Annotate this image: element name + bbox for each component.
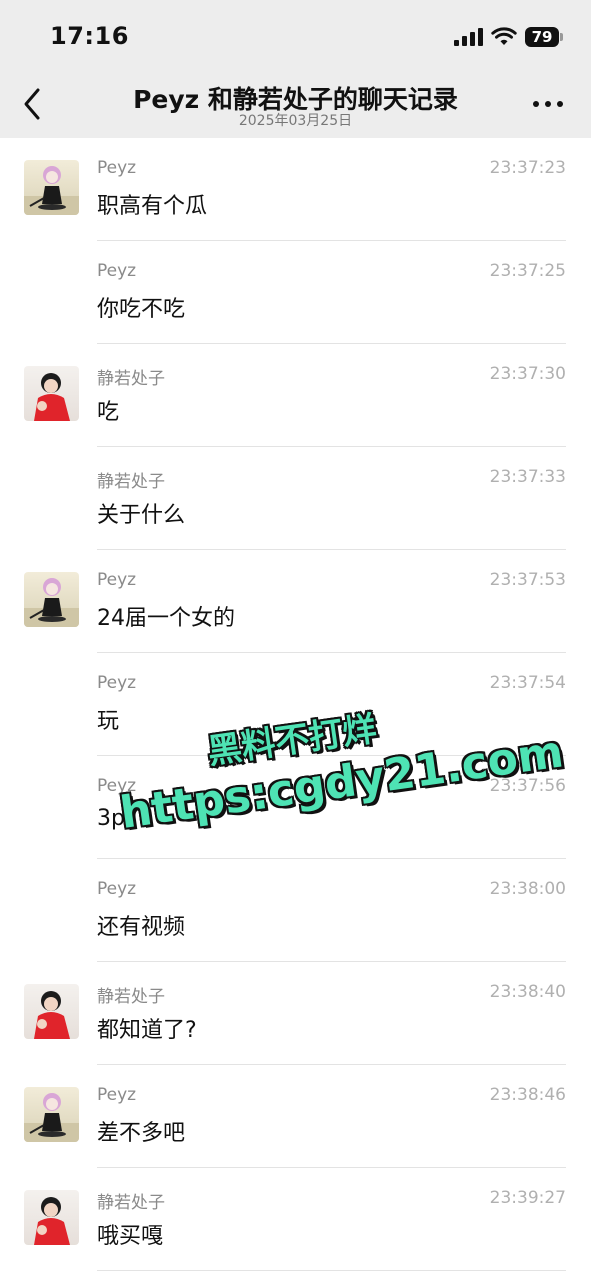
message-row: 静若处子 23:37:30 吃 bbox=[0, 344, 591, 447]
message-time: 23:37:23 bbox=[489, 158, 566, 178]
sender-name: Peyz bbox=[97, 158, 137, 178]
message-row: 静若处子 23:39:27 哦买嘎 bbox=[0, 1168, 591, 1271]
message-text: 差不多吧 bbox=[97, 1121, 186, 1146]
jing-avatar-art bbox=[34, 373, 70, 421]
more-button[interactable] bbox=[533, 98, 563, 110]
message-time: 23:38:00 bbox=[489, 879, 566, 899]
message-text: 哦买嘎 bbox=[97, 1224, 164, 1249]
message-text: 吃 bbox=[97, 400, 120, 425]
sender-name: Peyz bbox=[97, 673, 137, 693]
message-row: Peyz 23:37:56 3p bbox=[0, 756, 591, 859]
message-text: 24届一个女的 bbox=[97, 606, 235, 631]
message-time: 23:37:30 bbox=[489, 364, 566, 384]
peyz-avatar-art bbox=[24, 166, 79, 215]
peyz-avatar-art bbox=[24, 578, 79, 627]
message-text: 玩 bbox=[97, 709, 120, 734]
message-time: 23:37:56 bbox=[489, 776, 566, 796]
sender-name: Peyz bbox=[97, 261, 137, 281]
message-time: 23:37:33 bbox=[489, 467, 566, 487]
message-row: 静若处子 23:38:40 都知道了? bbox=[0, 962, 591, 1065]
avatar[interactable] bbox=[24, 160, 79, 215]
message-row: Peyz 23:37:25 你吃不吃 bbox=[0, 241, 591, 344]
signal-icon bbox=[454, 28, 483, 46]
message-text: 你吃不吃 bbox=[97, 297, 186, 322]
message-text: 关于什么 bbox=[97, 503, 186, 528]
sender-name: 静若处子 bbox=[97, 472, 165, 492]
message-text: 都知道了? bbox=[97, 1018, 197, 1043]
sender-name: Peyz bbox=[97, 570, 137, 590]
message-row: 静若处子 23:37:33 关于什么 bbox=[0, 447, 591, 550]
message-row: Peyz 23:37:53 24届一个女的 bbox=[0, 550, 591, 653]
message-time: 23:37:25 bbox=[489, 261, 566, 281]
message-row: Peyz 23:38:46 差不多吧 bbox=[0, 1065, 591, 1168]
message-text: 3p bbox=[97, 806, 125, 831]
divider bbox=[97, 1270, 566, 1271]
message-time: 23:38:40 bbox=[489, 982, 566, 1002]
jing-avatar-art bbox=[34, 1197, 70, 1245]
message-row: Peyz 23:37:54 玩 bbox=[0, 653, 591, 756]
message-list: Peyz 23:37:23 职高有个瓜 Peyz 23:37:25 你吃不吃静若处子 23:… bbox=[0, 138, 591, 1271]
message-time: 23:38:46 bbox=[489, 1085, 566, 1105]
page-subtitle-date: 2025年03月25日 bbox=[238, 113, 353, 129]
message-row: Peyz 23:37:23 职高有个瓜 bbox=[0, 138, 591, 241]
message-text: 还有视频 bbox=[97, 915, 186, 940]
jing-avatar-art bbox=[34, 991, 70, 1039]
sender-name: 静若处子 bbox=[97, 1193, 165, 1213]
wifi-icon bbox=[491, 27, 517, 45]
battery-icon: 79 bbox=[525, 27, 563, 47]
peyz-avatar-art bbox=[24, 1093, 79, 1142]
message-time: 23:37:54 bbox=[489, 673, 566, 693]
chat-history-screen: 17:16 79 Peyz 和静若处子的聊天记录 2025年03月25日 Pey… bbox=[0, 0, 591, 1280]
avatar[interactable] bbox=[24, 1190, 79, 1245]
header: 17:16 79 Peyz 和静若处子的聊天记录 2025年03月25日 bbox=[0, 0, 591, 138]
sender-name: 静若处子 bbox=[97, 369, 165, 389]
message-time: 23:39:27 bbox=[489, 1188, 566, 1208]
sender-name: 静若处子 bbox=[97, 987, 165, 1007]
avatar[interactable] bbox=[24, 1087, 79, 1142]
message-time: 23:37:53 bbox=[489, 570, 566, 590]
battery-level: 79 bbox=[531, 28, 553, 46]
sender-name: Peyz bbox=[97, 879, 137, 899]
more-icon bbox=[533, 101, 539, 107]
sender-name: Peyz bbox=[97, 1085, 137, 1105]
avatar[interactable] bbox=[24, 366, 79, 421]
avatar[interactable] bbox=[24, 572, 79, 627]
status-time: 17:16 bbox=[50, 22, 129, 50]
avatar[interactable] bbox=[24, 984, 79, 1039]
sender-name: Peyz bbox=[97, 776, 137, 796]
message-row: Peyz 23:38:00 还有视频 bbox=[0, 859, 591, 962]
status-icons: 79 bbox=[454, 26, 563, 48]
message-text: 职高有个瓜 bbox=[97, 194, 208, 219]
